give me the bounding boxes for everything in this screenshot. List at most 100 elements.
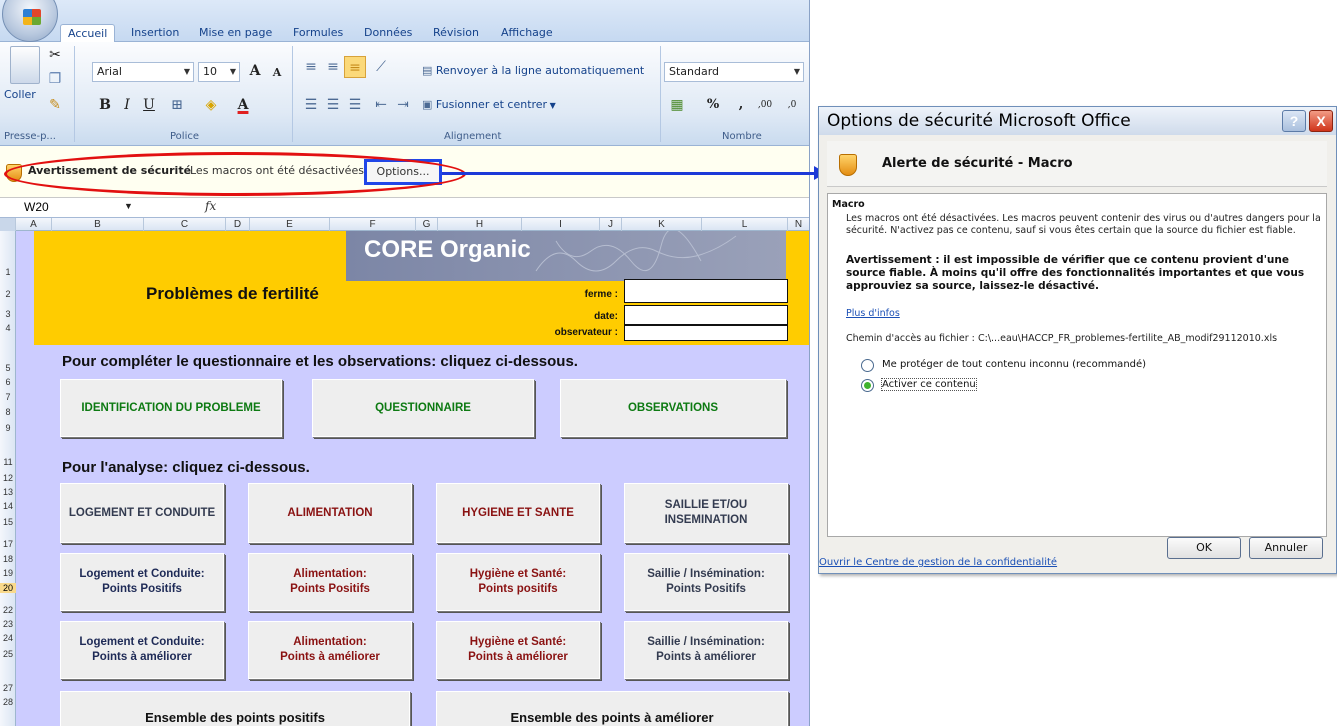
tab-affichage[interactable]: Affichage [494, 24, 560, 43]
row-header[interactable]: 17 [0, 539, 16, 549]
radio-enable-label[interactable]: Activer ce contenu [881, 378, 977, 391]
tab-mise-en-page[interactable]: Mise en page [192, 24, 279, 43]
all-positive-points-button[interactable]: Ensemble des points positifs [60, 691, 410, 726]
identification-button[interactable]: IDENTIFICATION DU PROBLEME [60, 379, 282, 437]
underline-button[interactable]: U [138, 94, 160, 116]
saillie-ameliorer-button[interactable]: Saillie / Insémination: Points à améliore… [624, 621, 788, 679]
hygiene-ameliorer-button[interactable]: Hygiène et Santé: Points à améliorer [436, 621, 600, 679]
saillie-insemination-button[interactable]: SAILLIE ET/OU INSEMINATION [624, 483, 788, 543]
decrease-indent-icon[interactable]: ⇤ [370, 94, 392, 116]
row-header-selected[interactable]: 20 [0, 583, 16, 593]
row-header[interactable]: 7 [0, 392, 16, 402]
row-header[interactable]: 11 [0, 457, 16, 467]
orientation-icon[interactable]: ⟋ [370, 56, 392, 78]
merge-center-button[interactable]: ▣ Fusionner et centrer ▼ [422, 96, 556, 115]
increase-decimal-button[interactable]: ,00 [752, 94, 778, 116]
alimentation-ameliorer-button[interactable]: Alimentation: Points à améliorer [248, 621, 412, 679]
align-center-icon[interactable]: ☰ [322, 94, 344, 116]
questionnaire-button[interactable]: QUESTIONNAIRE [312, 379, 534, 437]
radio-protect-label[interactable]: Me protéger de tout contenu inconnu (rec… [882, 359, 1146, 370]
font-size-combo[interactable]: 10 ▼ [198, 62, 240, 82]
bold-button[interactable]: B [94, 94, 116, 116]
font-name-combo[interactable]: Arial ▼ [92, 62, 194, 82]
borders-icon[interactable]: ⊞ [166, 94, 188, 116]
row-header[interactable]: 6 [0, 377, 16, 387]
tab-revision[interactable]: Révision [426, 24, 486, 43]
column-header[interactable]: G [416, 218, 438, 231]
row-header[interactable]: 4 [0, 323, 16, 333]
function-icon[interactable]: fx [205, 199, 216, 213]
row-header[interactable]: 2 [0, 289, 16, 299]
column-header[interactable]: C [144, 218, 226, 231]
row-header[interactable]: 27 [0, 683, 16, 693]
shrink-font-button[interactable]: A [266, 62, 288, 84]
paste-icon[interactable] [10, 46, 40, 84]
row-header[interactable]: 25 [0, 649, 16, 659]
alimentation-positifs-button[interactable]: Alimentation: Points Positifs [248, 553, 412, 611]
cancel-button[interactable]: Annuler [1249, 537, 1323, 559]
column-header[interactable]: H [438, 218, 522, 231]
column-header[interactable]: J [600, 218, 622, 231]
increase-indent-icon[interactable]: ⇥ [392, 94, 414, 116]
grow-font-button[interactable]: A [244, 60, 266, 82]
radio-enable[interactable] [861, 379, 874, 392]
select-all-corner[interactable] [0, 218, 16, 231]
row-header[interactable]: 23 [0, 619, 16, 629]
row-header[interactable]: 18 [0, 554, 16, 564]
row-header[interactable]: 28 [0, 697, 16, 707]
logement-positifs-button[interactable]: Logement et Conduite: Points Positifs [60, 553, 224, 611]
row-header[interactable]: 15 [0, 517, 16, 527]
paste-label[interactable]: Coller [4, 86, 36, 104]
saillie-positifs-button[interactable]: Saillie / Insémination: Points Positifs [624, 553, 788, 611]
observateur-input[interactable] [624, 325, 788, 341]
column-header[interactable]: I [522, 218, 600, 231]
comma-button[interactable]: , [730, 94, 752, 116]
hygiene-sante-button[interactable]: HYGIENE ET SANTE [436, 483, 600, 543]
alimentation-button[interactable]: ALIMENTATION [248, 483, 412, 543]
row-header[interactable]: 14 [0, 501, 16, 511]
dialog-titlebar[interactable]: Options de sécurité Microsoft Office ? X [819, 107, 1336, 135]
tab-insertion[interactable]: Insertion [124, 24, 186, 43]
row-header[interactable]: 9 [0, 423, 16, 433]
close-button[interactable]: X [1309, 110, 1333, 132]
row-header[interactable]: 22 [0, 605, 16, 615]
date-input[interactable] [624, 305, 788, 325]
row-header[interactable]: 13 [0, 487, 16, 497]
font-color-button[interactable]: A [232, 94, 254, 116]
column-header[interactable]: F [330, 218, 416, 231]
ok-button[interactable]: OK [1167, 537, 1241, 559]
radio-protect[interactable] [861, 359, 874, 372]
logement-conduite-button[interactable]: LOGEMENT ET CONDUITE [60, 483, 224, 543]
column-header[interactable]: L [702, 218, 788, 231]
row-header[interactable]: 12 [0, 473, 16, 483]
row-header[interactable]: 3 [0, 309, 16, 319]
number-format-combo[interactable]: Standard ▼ [664, 62, 804, 82]
all-improvement-points-button[interactable]: Ensemble des points à améliorer [436, 691, 788, 726]
column-header[interactable]: D [226, 218, 250, 231]
office-button[interactable] [2, 0, 58, 42]
align-right-icon[interactable]: ☰ [344, 94, 366, 116]
column-header[interactable]: K [622, 218, 702, 231]
row-header[interactable]: 1 [0, 267, 16, 277]
cut-icon[interactable]: ✂ [44, 44, 66, 66]
column-header[interactable]: E [250, 218, 330, 231]
format-painter-icon[interactable]: ✎ [44, 94, 66, 116]
wrap-text-button[interactable]: ▤ Renvoyer à la ligne automatiquement [422, 62, 644, 80]
tab-donnees[interactable]: Données [357, 24, 419, 43]
observations-button[interactable]: OBSERVATIONS [560, 379, 786, 437]
trust-center-link[interactable]: Ouvrir le Centre de gestion de la confid… [819, 557, 1057, 568]
row-header[interactable]: 5 [0, 363, 16, 373]
copy-icon[interactable]: ❐ [44, 68, 66, 90]
hygiene-positifs-button[interactable]: Hygiène et Santé: Points positifs [436, 553, 600, 611]
more-info-link[interactable]: Plus d'infos [846, 308, 900, 319]
ferme-input[interactable] [624, 279, 788, 303]
row-header[interactable]: 19 [0, 568, 16, 578]
fill-color-icon[interactable]: ◈ [200, 94, 222, 116]
align-top-icon[interactable]: ≡ [300, 56, 322, 78]
decrease-decimal-button[interactable]: ,0 [780, 94, 804, 116]
help-button[interactable]: ? [1282, 110, 1306, 132]
tab-accueil[interactable]: Accueil [60, 24, 116, 43]
percent-button[interactable]: % [702, 94, 724, 116]
column-header[interactable]: N [788, 218, 809, 231]
column-header[interactable]: B [52, 218, 144, 231]
